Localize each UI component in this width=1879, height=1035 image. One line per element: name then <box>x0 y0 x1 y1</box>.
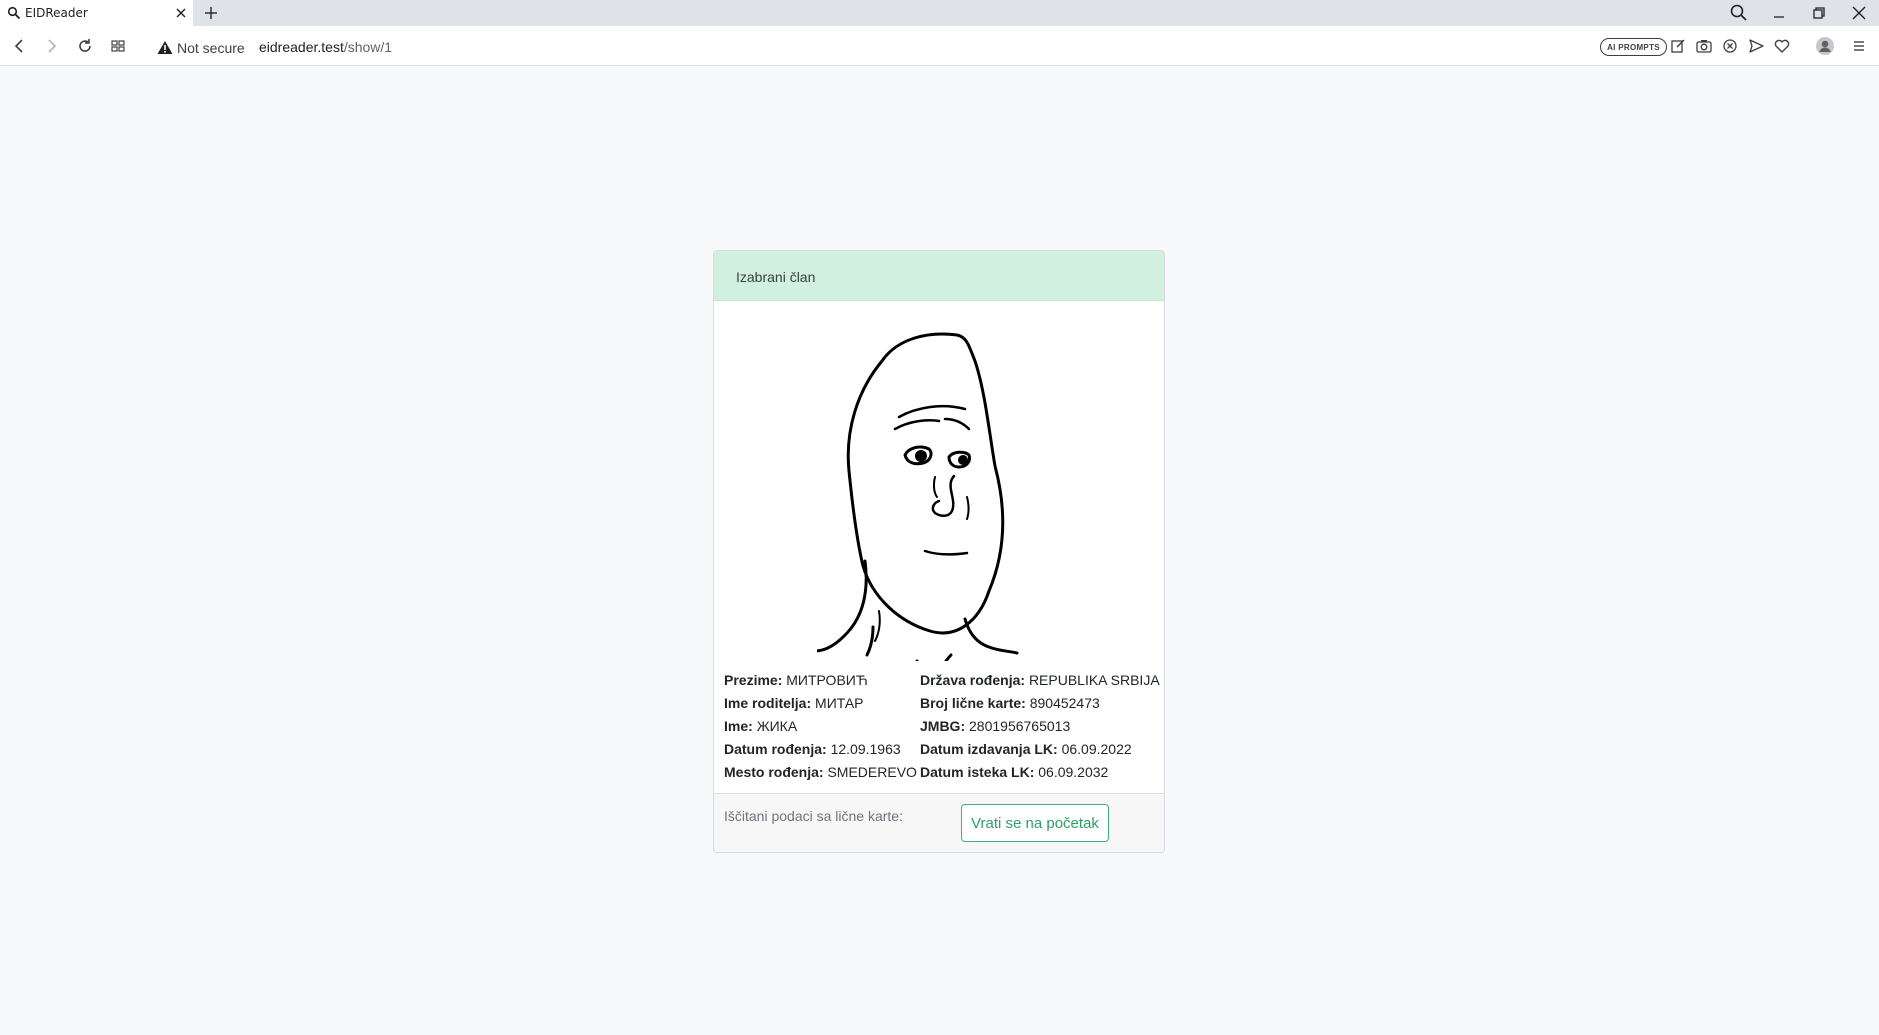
close-tab-icon[interactable] <box>173 5 189 21</box>
reload-icon[interactable] <box>75 36 95 56</box>
close-window-icon[interactable] <box>1849 3 1869 23</box>
field-label: Prezime: <box>724 672 783 688</box>
field-value: 06.09.2022 <box>1061 741 1132 757</box>
url-path: /show/1 <box>343 39 393 55</box>
edit-icon[interactable] <box>1668 36 1688 56</box>
field-value: 2801956765013 <box>969 718 1071 734</box>
field-id-number: Broj lične karte: 890452473 <box>920 692 1160 715</box>
field-first-name: Ime: ЖИКА <box>724 715 914 738</box>
field-value: 06.09.2032 <box>1038 764 1109 780</box>
minimize-icon[interactable] <box>1769 3 1789 23</box>
tab-grid-icon[interactable] <box>108 36 128 56</box>
restore-icon[interactable] <box>1809 3 1829 23</box>
adblock-icon[interactable] <box>1720 36 1740 56</box>
field-birth-date: Datum rođenja: 12.09.1963 <box>724 738 914 761</box>
tab-bar: EIDReader <box>0 0 1879 26</box>
field-label: Ime: <box>724 718 753 734</box>
card-footer: Iščitani podaci sa lične karte: Vrati se… <box>714 793 1164 852</box>
field-expiry-date: Datum isteka LK: 06.09.2032 <box>920 761 1160 784</box>
field-issue-date: Datum izdavanja LK: 06.09.2022 <box>920 738 1160 761</box>
new-tab-icon[interactable] <box>202 4 220 22</box>
field-label: Ime roditelja: <box>724 695 812 711</box>
field-value: REPUBLIKA SRBIJA <box>1028 672 1160 688</box>
field-value: SMEDEREVO <box>827 764 917 780</box>
field-value: 890452473 <box>1029 695 1100 711</box>
field-value: ЖИКА <box>756 718 798 734</box>
field-birth-country: Država rođenja: REPUBLIKA SRBIJA <box>920 669 1160 692</box>
field-birth-place: Mesto rođenja: SMEDEREVO <box>724 761 917 784</box>
field-label: Država rođenja: <box>920 672 1026 688</box>
field-label: Mesto rođenja: <box>724 764 824 780</box>
field-surname: Prezime: МИТРОВИЋ <box>724 669 914 692</box>
not-secure-label[interactable]: Not secure <box>177 40 245 56</box>
field-label: Datum rođenja: <box>724 741 827 757</box>
footer-caption: Iščitani podaci sa lične karte: <box>724 808 903 824</box>
heart-icon[interactable] <box>1772 36 1792 56</box>
field-label: Datum isteka LK: <box>920 764 1035 780</box>
browser-search-icon[interactable] <box>1729 3 1749 23</box>
back-icon[interactable] <box>9 36 29 56</box>
field-value: МИТРОВИЋ <box>786 672 868 688</box>
member-card: Izabrani član Prezime: МИТРОВИЋ Ime rodi… <box>713 250 1165 853</box>
card-header-title: Izabrani član <box>736 269 816 285</box>
field-jmbg: JMBG: 2801956765013 <box>920 715 1160 738</box>
profile-avatar-icon[interactable] <box>1815 36 1835 56</box>
warning-icon <box>157 41 173 54</box>
send-icon[interactable] <box>1746 36 1766 56</box>
tab-eidreader[interactable]: EIDReader <box>0 0 193 26</box>
back-to-start-button[interactable]: Vrati se na početak <box>961 804 1109 842</box>
info-left-column: Prezime: МИТРОВИЋ Ime roditelja: МИТАР I… <box>724 669 917 784</box>
field-value: 12.09.1963 <box>830 741 901 757</box>
url-host: eidreader.test <box>259 39 344 55</box>
info-right-column: Država rođenja: REPUBLIKA SRBIJA Broj li… <box>920 669 1160 784</box>
card-header: Izabrani član <box>714 251 1164 301</box>
address-bar[interactable]: eidreader.test/show/1 <box>259 39 392 55</box>
field-label: JMBG: <box>920 718 966 734</box>
field-label: Datum izdavanja LK: <box>920 741 1058 757</box>
forward-icon[interactable] <box>42 36 62 56</box>
field-parent-name: Ime roditelja: МИТАР <box>724 692 914 715</box>
member-photo <box>817 332 1019 661</box>
field-value: МИТАР <box>815 695 864 711</box>
menu-icon[interactable] <box>1849 36 1869 56</box>
tab-title: EIDReader <box>25 6 88 20</box>
field-label: Broj lične karte: <box>920 695 1026 711</box>
camera-icon[interactable] <box>1694 36 1714 56</box>
search-icon <box>7 6 21 20</box>
ai-prompts-button[interactable]: AI PROMPTS <box>1600 38 1667 56</box>
